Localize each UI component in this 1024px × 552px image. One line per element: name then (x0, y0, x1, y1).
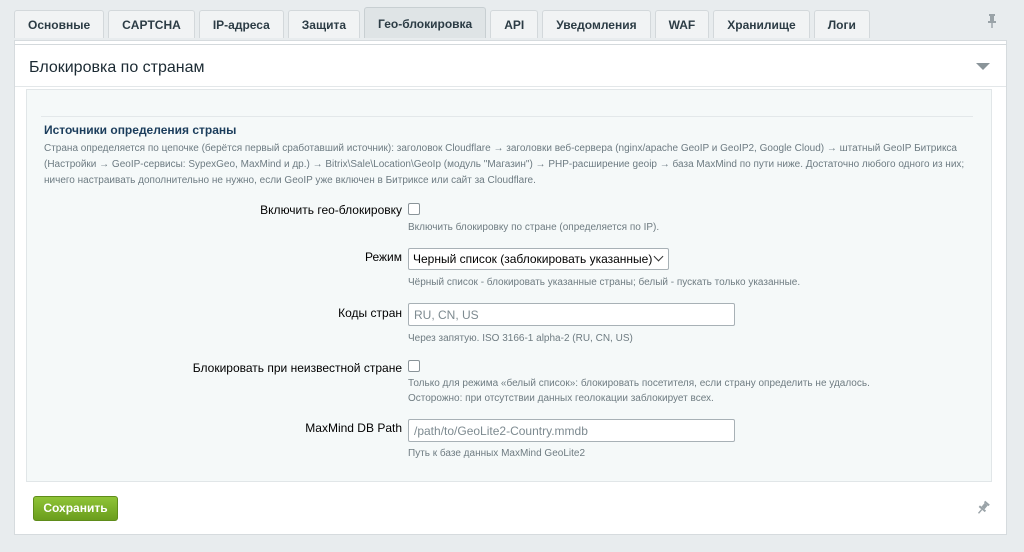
collapse-arrow-icon[interactable] (976, 63, 990, 70)
tab-protection[interactable]: Защита (287, 10, 361, 38)
enable-geo-blocking-hint: Включить блокировку по стране (определяе… (408, 222, 660, 233)
maxmind-path-input[interactable] (408, 419, 735, 442)
tab-bar: Основные CAPTCHA IP-адреса Защита Гео-бл… (14, 7, 874, 41)
mode-select[interactable]: Черный список (заблокировать указанные) (408, 248, 669, 270)
mode-select-value: Черный список (заблокировать указанные) (413, 252, 653, 266)
enable-geo-blocking-label: Включить гео-блокировку (260, 203, 402, 217)
block-unknown-label: Блокировать при неизвестной стране (192, 361, 402, 375)
maxmind-path-hint: Путь к базе данных MaxMind GeoLite2 (408, 448, 586, 459)
panel-header-divider (15, 44, 1006, 45)
block-unknown-checkbox[interactable] (408, 360, 420, 372)
pin-icon[interactable] (975, 500, 991, 516)
tab-main[interactable]: Основные (14, 10, 105, 38)
enable-geo-blocking-checkbox[interactable] (408, 203, 420, 215)
tab-waf[interactable]: WAF (654, 10, 710, 38)
tab-storage[interactable]: Хранилище (713, 10, 810, 38)
tab-captcha[interactable]: CAPTCHA (108, 10, 195, 38)
tab-geo-blocking[interactable]: Гео-блокировка (364, 7, 487, 38)
tab-ip-addresses[interactable]: IP-адреса (198, 10, 284, 38)
save-button[interactable]: Сохранить (33, 496, 118, 521)
section-title: Источники определения страны (44, 123, 237, 137)
block-unknown-warning: Осторожно: при отсутствии данных геолока… (408, 393, 714, 404)
settings-form: Источники определения страны Страна опре… (26, 89, 992, 482)
maxmind-path-label: MaxMind DB Path (305, 421, 402, 435)
mode-hint: Чёрный список - блокировать указанные ст… (408, 277, 801, 288)
country-codes-hint: Через запятую. ISO 3166-1 alpha-2 (RU, C… (408, 333, 633, 344)
tab-logs[interactable]: Логи (813, 10, 870, 38)
country-codes-input[interactable] (408, 303, 735, 326)
panel-title: Блокировка по странам (29, 59, 205, 76)
chevron-down-icon (653, 251, 664, 262)
tab-notifications[interactable]: Уведомления (542, 10, 651, 38)
pin-icon[interactable] (984, 13, 1000, 29)
block-unknown-hint: Только для режима «белый список»: блокир… (408, 378, 870, 389)
settings-panel: Блокировка по странам Источники определе… (14, 40, 1007, 535)
section-description: Страна определяется по цепочке (берётся … (44, 143, 965, 186)
panel-header: Блокировка по странам (15, 41, 1006, 87)
section-divider (41, 116, 973, 117)
tab-api[interactable]: API (490, 10, 539, 38)
mode-label: Режим (365, 250, 402, 264)
country-codes-label: Коды стран (338, 306, 402, 320)
